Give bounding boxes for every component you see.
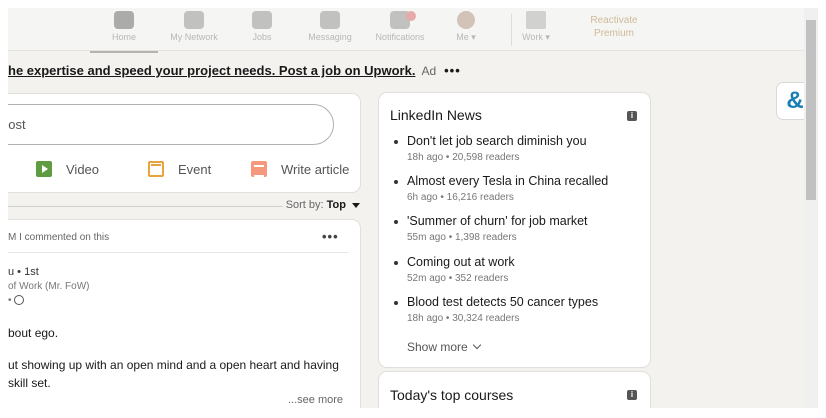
news-item-title: 'Summer of churn' for job market — [407, 214, 588, 228]
sort-value: Top — [326, 199, 346, 211]
news-item-title: Coming out at work — [407, 255, 515, 269]
browser-viewport: Home My Network Jobs Messaging Notificat… — [8, 8, 804, 408]
post-text-line-2: ut showing up with an open mind and a op… — [8, 358, 339, 372]
ad-tag: Ad — [421, 64, 437, 78]
news-title: LinkedIn News — [390, 107, 482, 123]
bullet-icon — [394, 261, 398, 265]
news-item-meta: 18h ago • 30,324 readers — [407, 313, 520, 324]
news-item-meta: 55m ago • 1,398 readers — [407, 232, 517, 243]
write-article-button[interactable]: Write article — [251, 161, 349, 177]
sort-dropdown[interactable]: Sort by: Top — [286, 199, 360, 211]
sort-divider — [8, 206, 283, 207]
nav-home-label: Home — [111, 32, 136, 42]
chevron-down-icon — [472, 340, 481, 350]
sort-bar: Sort by: Top — [8, 199, 360, 213]
grid-icon — [526, 11, 546, 29]
event-label: Event — [178, 161, 212, 177]
calendar-icon — [148, 161, 164, 177]
ad-link[interactable]: he expertise and speed your project need… — [8, 63, 415, 78]
post-author-headline: of Work (Mr. FoW) — [8, 281, 90, 292]
ad-banner: he expertise and speed your project need… — [8, 63, 461, 78]
bullet-icon — [394, 301, 398, 305]
scrollbar[interactable] — [804, 8, 818, 408]
video-label: Video — [66, 161, 100, 177]
sort-label: Sort by: — [285, 199, 324, 211]
nav-jobs[interactable]: Jobs — [230, 11, 294, 49]
show-more-button[interactable]: Show more — [407, 340, 481, 354]
post-text-line-1: bout ego. — [8, 326, 59, 340]
nav-work-label: Work ▾ — [522, 32, 550, 42]
news-item-meta: 18h ago • 20,598 readers — [407, 152, 520, 163]
video-button[interactable]: Video — [36, 161, 99, 177]
news-item-title: Blood test detects 50 cancer types — [407, 295, 599, 309]
news-item-title: Don't let job search diminish you — [407, 134, 587, 148]
messaging-icon — [320, 11, 340, 29]
post-time-visibility: • — [8, 295, 24, 306]
nav-me-label: Me ▾ — [456, 32, 476, 42]
info-icon[interactable]: i — [627, 390, 637, 400]
home-icon — [114, 11, 134, 29]
post-text-line-3: skill set. — [8, 376, 51, 390]
linkedin-news-card: LinkedIn News i Don't let job search dim… — [379, 93, 650, 367]
post-menu-icon[interactable]: ••• — [322, 229, 339, 244]
info-icon[interactable]: i — [627, 111, 637, 121]
nav-home[interactable]: Home — [90, 11, 158, 53]
write-article-label: Write article — [281, 161, 350, 177]
start-post-placeholder: post — [8, 117, 26, 132]
nav-work[interactable]: Work ▾ — [504, 11, 568, 49]
briefcase-icon — [252, 11, 272, 29]
ad-more-icon[interactable]: ••• — [444, 63, 461, 78]
post-author-degree[interactable]: u • 1st — [8, 266, 39, 278]
feed-post: M I commented on this ••• u • 1st of Wor… — [8, 220, 360, 408]
scrollbar-thumb[interactable] — [806, 20, 816, 200]
nav-my-network-label: My Network — [170, 32, 218, 42]
bullet-icon — [394, 220, 398, 224]
start-post-input[interactable]: post — [8, 104, 334, 145]
post-activity: M I commented on this — [8, 232, 110, 243]
news-item-meta: 52m ago • 352 readers — [407, 273, 509, 284]
nav-jobs-label: Jobs — [252, 32, 272, 42]
see-more-link[interactable]: ...see more — [288, 394, 343, 406]
show-more-label: Show more — [407, 340, 468, 354]
nav-messaging[interactable]: Messaging — [298, 11, 362, 49]
nav-messaging-label: Messaging — [308, 32, 352, 42]
article-icon — [251, 161, 267, 177]
extension-logo-icon[interactable]: & — [777, 83, 804, 119]
caret-down-icon — [352, 202, 360, 208]
notification-badge — [406, 11, 416, 21]
nav-notifications[interactable]: Notifications — [368, 11, 432, 49]
nav-me[interactable]: Me ▾ — [434, 11, 498, 49]
event-button[interactable]: Event — [148, 161, 211, 177]
courses-title: Today's top courses — [390, 387, 514, 403]
news-item-meta: 6h ago • 16,216 readers — [407, 192, 514, 203]
nav-my-network[interactable]: My Network — [162, 11, 226, 49]
premium-link[interactable]: Reactivate Premium — [584, 14, 644, 40]
avatar — [457, 11, 475, 29]
post-composer: post Video Event Write article — [8, 94, 360, 192]
top-courses-card: Today's top courses i — [379, 372, 650, 408]
post-time: • — [8, 295, 12, 306]
network-icon — [184, 11, 204, 29]
news-item-title: Almost every Tesla in China recalled — [407, 174, 609, 188]
video-icon — [36, 161, 52, 177]
post-header-divider — [8, 252, 348, 253]
bullet-icon — [394, 180, 398, 184]
top-navigation: Home My Network Jobs Messaging Notificat… — [8, 8, 804, 53]
bullet-icon — [394, 140, 398, 144]
globe-icon — [13, 295, 24, 306]
nav-notifications-label: Notifications — [375, 32, 425, 42]
